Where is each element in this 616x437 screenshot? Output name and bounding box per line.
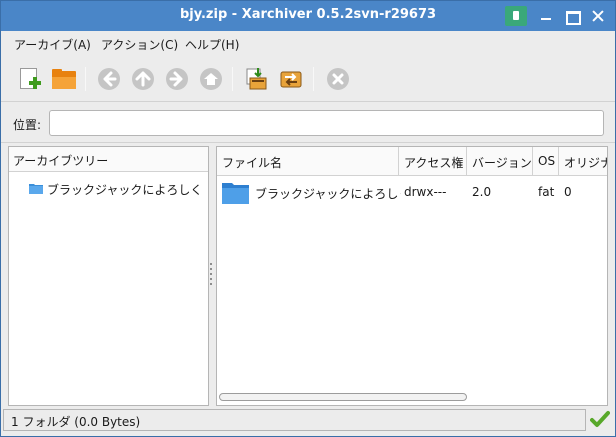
archive-tree-header[interactable]: アーカイブツリー [9, 147, 208, 172]
checkmark-icon [590, 411, 610, 427]
cell-permissions: drwx--- [404, 185, 447, 199]
table-row[interactable]: ブラックジャックによろしく drwx--- 2.0 fat 0 [217, 180, 607, 206]
menu-action[interactable]: アクション(C) [101, 36, 178, 53]
location-input[interactable] [49, 110, 604, 136]
column-header-original[interactable]: オリジナル [559, 147, 607, 176]
file-list-pane: ファイル名 アクセス権 バージョン OS オリジナル ブラックジャックによろしく… [216, 146, 608, 406]
pin-icon[interactable] [505, 6, 527, 26]
new-archive-button[interactable] [17, 66, 43, 92]
arrow-up-icon [132, 68, 154, 90]
stop-icon [327, 68, 349, 90]
menu-bar: アーカイブ(A) アクション(C) ヘルプ(H) [1, 31, 615, 55]
location-bar: 位置: [1, 101, 615, 143]
close-button[interactable] [587, 6, 609, 26]
status-bar: 1 フォルダ (0.0 Bytes) [1, 407, 615, 436]
toolbar-separator [232, 67, 233, 91]
folder-icon [222, 183, 249, 204]
arrow-left-icon [98, 68, 120, 90]
column-header-version[interactable]: バージョン [467, 147, 533, 176]
convert-button[interactable] [278, 66, 304, 92]
cell-original: 0 [564, 185, 572, 199]
home-button[interactable] [198, 66, 224, 92]
column-header-os[interactable]: OS [533, 147, 559, 176]
tree-item-label: ブラックジャックによろしく [47, 183, 203, 197]
archive-tree-pane: アーカイブツリー ブラックジャックによろしく [8, 146, 209, 406]
column-header-filename[interactable]: ファイル名 [217, 147, 399, 176]
scrollbar-thumb[interactable] [219, 393, 467, 401]
column-header-permissions[interactable]: アクセス権 [399, 147, 467, 176]
toolbar [1, 57, 615, 101]
toolbar-separator [85, 67, 86, 91]
convert-icon [280, 71, 302, 88]
status-text: 1 フォルダ (0.0 Bytes) [3, 409, 586, 431]
app-window: bjy.zip - Xarchiver 0.5.2svn-r29673 アーカイ… [0, 0, 616, 437]
cell-version: 2.0 [472, 185, 492, 199]
menu-archive[interactable]: アーカイブ(A) [14, 36, 91, 53]
back-button[interactable] [96, 66, 122, 92]
location-label: 位置: [13, 118, 42, 132]
home-icon [200, 68, 222, 90]
up-button[interactable] [130, 66, 156, 92]
title-bar[interactable]: bjy.zip - Xarchiver 0.5.2svn-r29673 [1, 1, 615, 31]
stop-button[interactable] [325, 66, 351, 92]
toolbar-separator [313, 67, 314, 91]
open-archive-button[interactable] [51, 66, 77, 92]
cell-os: fat [538, 185, 555, 199]
menu-help[interactable]: ヘルプ(H) [185, 36, 239, 53]
folder-icon [29, 184, 43, 194]
tree-item[interactable]: ブラックジャックによろしく [29, 181, 202, 198]
minimize-button[interactable] [535, 6, 557, 26]
pane-splitter[interactable] [210, 263, 213, 289]
maximize-button[interactable] [561, 6, 583, 26]
extract-icon [246, 68, 267, 90]
horizontal-scrollbar[interactable] [218, 391, 606, 404]
cell-filename: ブラックジャックによろしく [255, 187, 401, 201]
extract-button[interactable] [244, 66, 270, 92]
arrow-right-icon [166, 68, 188, 90]
forward-button[interactable] [164, 66, 190, 92]
